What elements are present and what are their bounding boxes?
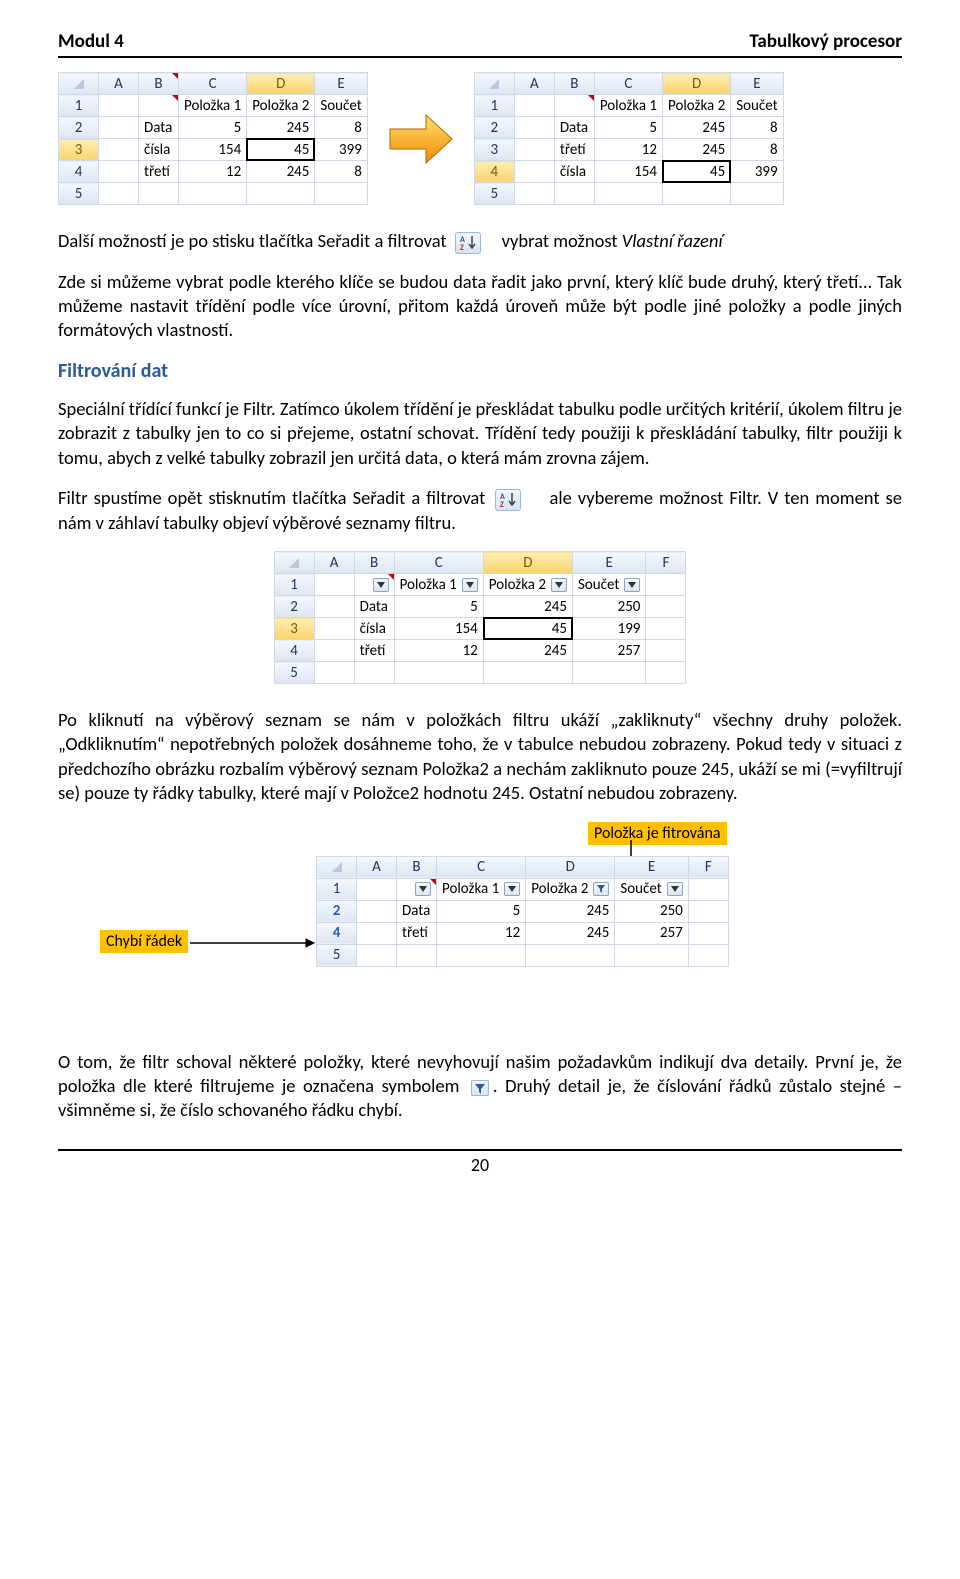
arrow-icon	[386, 109, 456, 169]
page-number: 20	[471, 1154, 489, 1176]
sort-filter-icon: A Z	[455, 232, 481, 254]
paragraph-2: Zde si můžeme vybrat podle kterého klíče…	[58, 270, 902, 343]
section-heading-filter: Filtrování dat	[58, 359, 902, 383]
header-right: Tabulkový procesor	[749, 30, 902, 53]
figure-filtered-result: Položka je fitrována Chybí řádek A B C D…	[58, 822, 902, 1022]
excel-grid-left: A B C D E 1 Položka 1 Položka 2 Součet 2…	[58, 72, 368, 205]
paragraph-3: Speciální třídící funkcí je Filtr. Zatím…	[58, 397, 902, 470]
filter-active-icon	[471, 1080, 489, 1096]
filter-dropdown-button[interactable]	[504, 882, 520, 896]
filter-dropdown-button[interactable]	[551, 578, 567, 592]
svg-text:Z: Z	[500, 500, 504, 510]
paragraph-6: O tom, že filtr schoval některé položky,…	[58, 1050, 902, 1123]
sort-filter-icon: A Z	[495, 489, 521, 511]
filter-dropdown-button[interactable]	[415, 882, 431, 896]
page-footer: 20	[58, 1149, 902, 1176]
filter-dropdown-button[interactable]	[624, 578, 640, 592]
callout-missing-row: Chybí řádek	[100, 930, 188, 953]
filter-dropdown-button[interactable]	[373, 578, 389, 592]
excel-grid-right: A B C D E 1 Položka 1 Položka 2 Součet 2…	[474, 72, 784, 205]
filter-active-button[interactable]	[593, 882, 609, 896]
figure-sort-before-after: A B C D E 1 Položka 1 Položka 2 Součet 2…	[58, 72, 902, 205]
paragraph-5: Po kliknutí na výběrový seznam se nám v …	[58, 708, 902, 806]
paragraph-1: Další možností je po stisku tlačítka Seř…	[58, 229, 902, 254]
filter-dropdown-button[interactable]	[667, 882, 683, 896]
svg-text:Z: Z	[460, 243, 464, 253]
figure-filter-dropdowns: A B C D E F 1 Položka 1	[58, 551, 902, 684]
paragraph-4: Filtr spustíme opět stisknutím tlačítka …	[58, 486, 902, 535]
page-header: Modul 4 Tabulkový procesor	[58, 30, 902, 58]
header-left: Modul 4	[58, 30, 124, 53]
filter-dropdown-button[interactable]	[462, 578, 478, 592]
callout-filtered-column: Položka je fitrována	[588, 822, 727, 845]
